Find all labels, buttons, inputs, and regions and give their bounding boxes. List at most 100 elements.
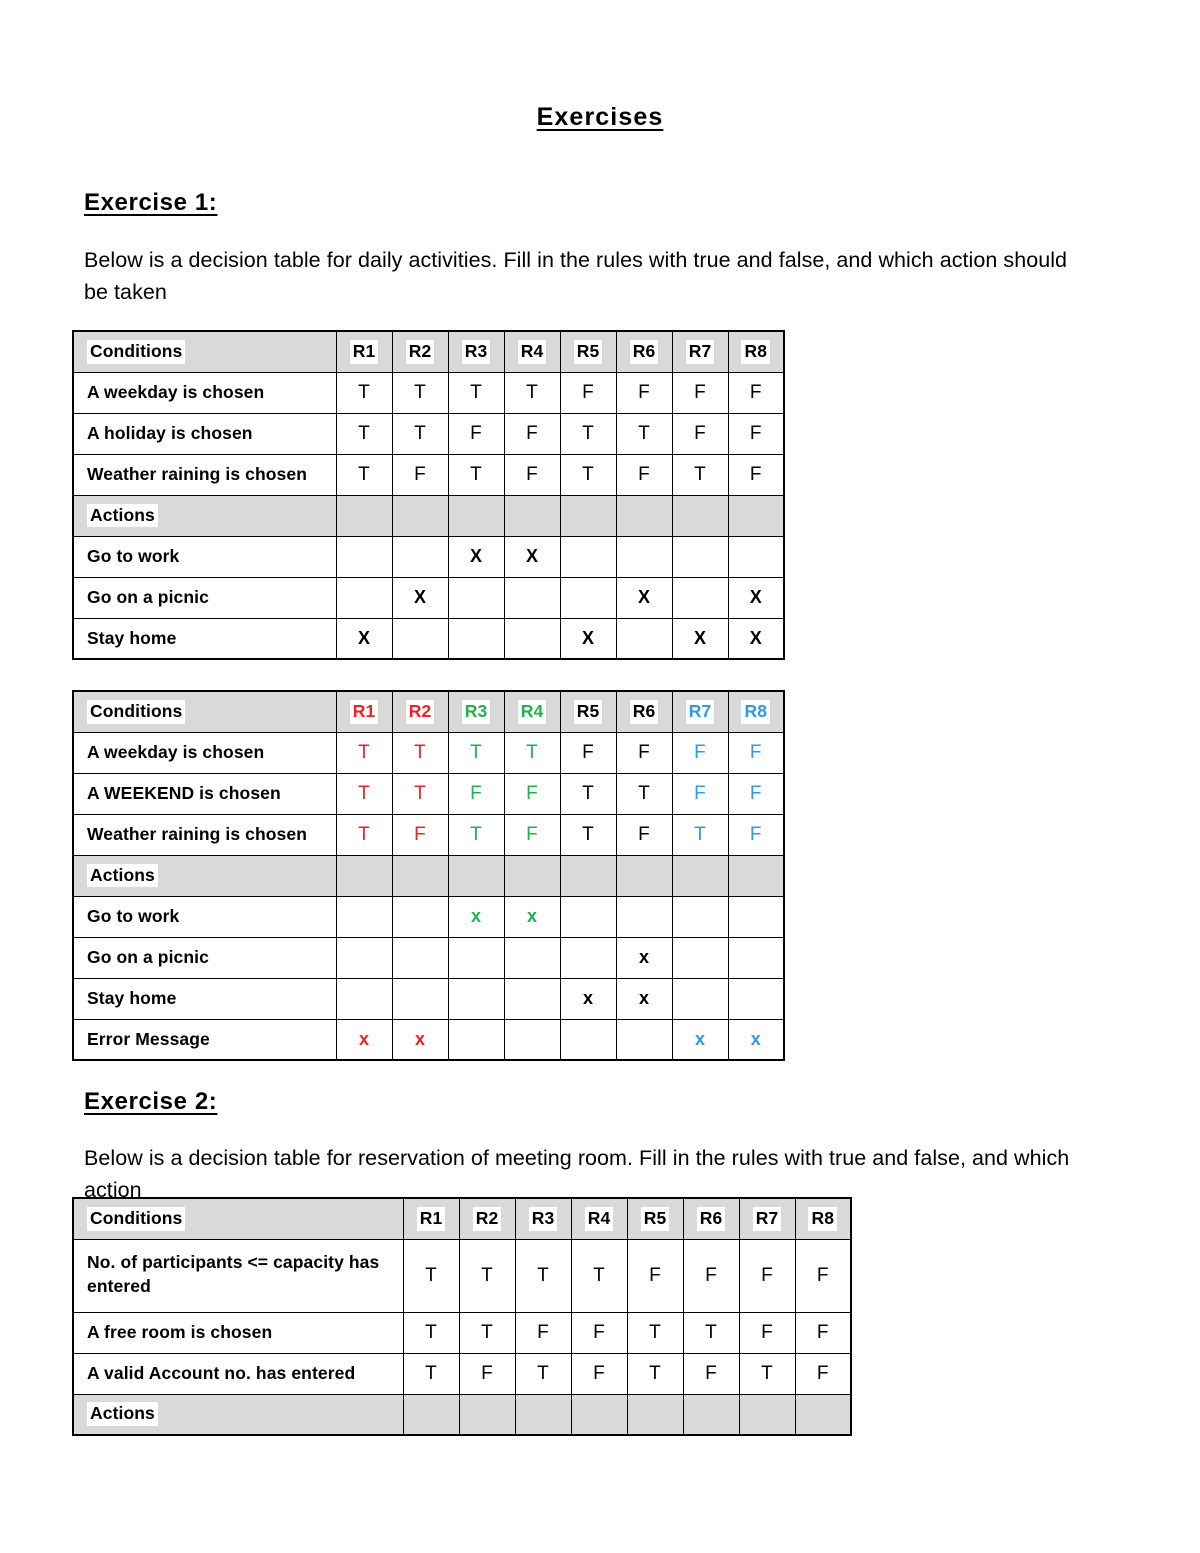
- condition-value-cell[interactable]: F: [503, 453, 561, 496]
- action-mark-cell[interactable]: x: [727, 1018, 785, 1061]
- condition-value-cell[interactable]: T: [391, 371, 449, 414]
- condition-value-cell[interactable]: F: [738, 1311, 796, 1354]
- action-mark-cell[interactable]: [391, 936, 449, 979]
- condition-value-cell[interactable]: F: [615, 371, 673, 414]
- action-mark-cell[interactable]: [727, 936, 785, 979]
- condition-value-cell[interactable]: F: [559, 371, 617, 414]
- action-mark-cell[interactable]: x: [671, 1018, 729, 1061]
- action-mark-cell[interactable]: [727, 977, 785, 1020]
- action-mark-cell[interactable]: [559, 535, 617, 578]
- condition-value-cell[interactable]: T: [738, 1352, 796, 1395]
- action-mark-cell[interactable]: x: [559, 977, 617, 1020]
- action-mark-cell[interactable]: [671, 895, 729, 938]
- action-mark-cell[interactable]: [671, 576, 729, 619]
- condition-value-cell[interactable]: T: [391, 731, 449, 774]
- condition-value-cell[interactable]: F: [391, 813, 449, 856]
- action-mark-cell[interactable]: [447, 576, 505, 619]
- condition-value-cell[interactable]: T: [391, 412, 449, 455]
- condition-value-cell[interactable]: F: [727, 731, 785, 774]
- action-mark-cell[interactable]: x: [447, 895, 505, 938]
- condition-value-cell[interactable]: F: [615, 453, 673, 496]
- condition-value-cell[interactable]: F: [794, 1311, 852, 1354]
- action-mark-cell[interactable]: [391, 977, 449, 1020]
- action-mark-cell[interactable]: [615, 617, 673, 660]
- condition-value-cell[interactable]: T: [682, 1311, 740, 1354]
- action-mark-cell[interactable]: [503, 936, 561, 979]
- action-mark-cell[interactable]: [559, 1018, 617, 1061]
- condition-value-cell[interactable]: F: [671, 731, 729, 774]
- condition-value-cell[interactable]: T: [402, 1311, 460, 1354]
- condition-value-cell[interactable]: T: [514, 1238, 572, 1313]
- action-mark-cell[interactable]: [447, 977, 505, 1020]
- condition-value-cell[interactable]: T: [402, 1238, 460, 1313]
- action-mark-cell[interactable]: [615, 895, 673, 938]
- condition-value-cell[interactable]: F: [626, 1238, 684, 1313]
- action-mark-cell[interactable]: [615, 1018, 673, 1061]
- action-mark-cell[interactable]: x: [615, 936, 673, 979]
- condition-value-cell[interactable]: T: [570, 1238, 628, 1313]
- condition-value-cell[interactable]: T: [626, 1311, 684, 1354]
- action-mark-cell[interactable]: X: [615, 576, 673, 619]
- condition-value-cell[interactable]: F: [671, 371, 729, 414]
- action-mark-cell[interactable]: X: [727, 617, 785, 660]
- action-mark-cell[interactable]: x: [503, 895, 561, 938]
- action-mark-cell[interactable]: X: [671, 617, 729, 660]
- action-mark-cell[interactable]: [671, 535, 729, 578]
- condition-value-cell[interactable]: F: [514, 1311, 572, 1354]
- action-mark-cell[interactable]: [727, 535, 785, 578]
- condition-value-cell[interactable]: T: [615, 412, 673, 455]
- condition-value-cell[interactable]: F: [671, 772, 729, 815]
- action-mark-cell[interactable]: X: [391, 576, 449, 619]
- condition-value-cell[interactable]: T: [626, 1352, 684, 1395]
- condition-value-cell[interactable]: T: [671, 813, 729, 856]
- condition-value-cell[interactable]: F: [671, 412, 729, 455]
- condition-value-cell[interactable]: F: [391, 453, 449, 496]
- condition-value-cell[interactable]: T: [559, 453, 617, 496]
- condition-value-cell[interactable]: F: [570, 1311, 628, 1354]
- action-mark-cell[interactable]: [503, 1018, 561, 1061]
- action-mark-cell[interactable]: [559, 895, 617, 938]
- condition-value-cell[interactable]: T: [503, 731, 561, 774]
- condition-value-cell[interactable]: T: [503, 371, 561, 414]
- condition-value-cell[interactable]: T: [514, 1352, 572, 1395]
- condition-value-cell[interactable]: T: [458, 1311, 516, 1354]
- condition-value-cell[interactable]: T: [391, 772, 449, 815]
- condition-value-cell[interactable]: F: [447, 772, 505, 815]
- condition-value-cell[interactable]: F: [727, 371, 785, 414]
- action-mark-cell[interactable]: [615, 535, 673, 578]
- condition-value-cell[interactable]: F: [447, 412, 505, 455]
- condition-value-cell[interactable]: T: [559, 412, 617, 455]
- condition-value-cell[interactable]: F: [615, 813, 673, 856]
- condition-value-cell[interactable]: T: [559, 772, 617, 815]
- condition-value-cell[interactable]: F: [727, 813, 785, 856]
- condition-value-cell[interactable]: T: [335, 813, 393, 856]
- action-mark-cell[interactable]: [559, 936, 617, 979]
- action-mark-cell[interactable]: X: [447, 535, 505, 578]
- action-mark-cell[interactable]: X: [335, 617, 393, 660]
- condition-value-cell[interactable]: T: [447, 731, 505, 774]
- condition-value-cell[interactable]: F: [615, 731, 673, 774]
- condition-value-cell[interactable]: T: [615, 772, 673, 815]
- condition-value-cell[interactable]: T: [447, 813, 505, 856]
- action-mark-cell[interactable]: [391, 895, 449, 938]
- action-mark-cell[interactable]: [503, 977, 561, 1020]
- action-mark-cell[interactable]: [447, 1018, 505, 1061]
- condition-value-cell[interactable]: F: [727, 412, 785, 455]
- condition-value-cell[interactable]: F: [559, 731, 617, 774]
- action-mark-cell[interactable]: [671, 977, 729, 1020]
- condition-value-cell[interactable]: T: [335, 772, 393, 815]
- action-mark-cell[interactable]: [335, 895, 393, 938]
- condition-value-cell[interactable]: T: [335, 453, 393, 496]
- action-mark-cell[interactable]: x: [335, 1018, 393, 1061]
- action-mark-cell[interactable]: [727, 895, 785, 938]
- action-mark-cell[interactable]: [335, 977, 393, 1020]
- condition-value-cell[interactable]: T: [671, 453, 729, 496]
- condition-value-cell[interactable]: F: [503, 412, 561, 455]
- action-mark-cell[interactable]: [391, 617, 449, 660]
- action-mark-cell[interactable]: [559, 576, 617, 619]
- condition-value-cell[interactable]: T: [335, 412, 393, 455]
- action-mark-cell[interactable]: X: [559, 617, 617, 660]
- action-mark-cell[interactable]: [335, 936, 393, 979]
- condition-value-cell[interactable]: F: [570, 1352, 628, 1395]
- action-mark-cell[interactable]: [671, 936, 729, 979]
